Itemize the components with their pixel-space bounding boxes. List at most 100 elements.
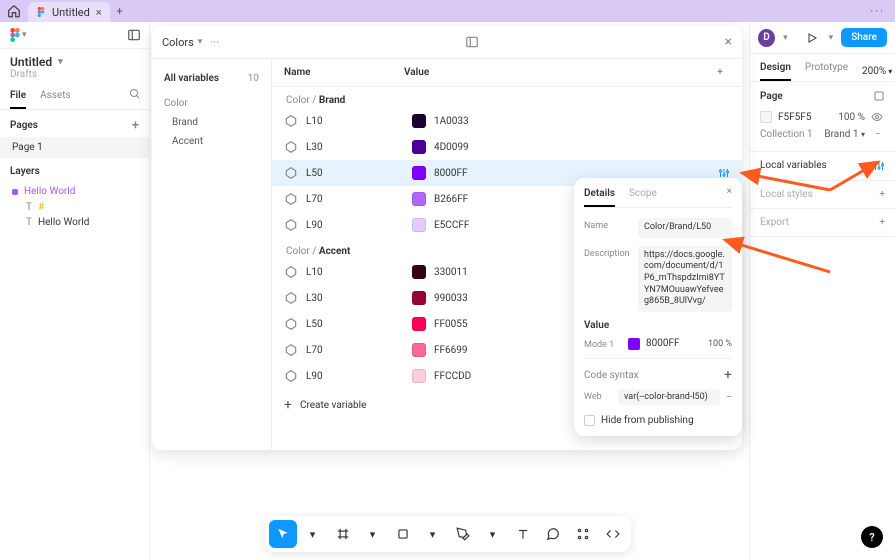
layer-child-text[interactable]: T Hello World — [0, 213, 149, 228]
text-tool[interactable] — [509, 520, 537, 548]
share-button[interactable]: Share — [841, 28, 887, 47]
frame-tool[interactable] — [329, 520, 357, 548]
page-settings-icon[interactable] — [873, 90, 885, 102]
pen-tool[interactable] — [449, 520, 477, 548]
group-accent[interactable]: Accent — [152, 132, 271, 151]
variable-name: L90 — [306, 371, 404, 382]
shape-tool[interactable] — [389, 520, 417, 548]
add-syntax-icon[interactable]: + — [724, 367, 732, 383]
variable-details-popover: × Details Scope Name Color/Brand/L50 Des… — [574, 178, 742, 436]
color-swatch[interactable] — [412, 291, 426, 305]
comment-tool[interactable] — [539, 520, 567, 548]
variable-value: 1A0033 — [434, 116, 730, 127]
design-tab[interactable]: Design — [760, 62, 791, 81]
collection-select[interactable]: Colors ▾ — [162, 36, 202, 49]
color-swatch[interactable] — [412, 369, 426, 383]
add-style-icon[interactable]: + — [879, 189, 885, 200]
code-syntax-label: Code syntax — [584, 370, 639, 381]
figma-icon[interactable] — [8, 28, 22, 42]
file-location[interactable]: Drafts — [0, 69, 149, 80]
value-swatch[interactable] — [628, 338, 640, 350]
color-swatch[interactable] — [412, 265, 426, 279]
add-page-icon[interactable]: + — [132, 118, 139, 133]
zoom-level[interactable]: 200% ▾ — [862, 62, 892, 81]
local-styles-row[interactable]: Local styles + — [750, 181, 895, 209]
layer-child-text-node[interactable]: T # — [0, 202, 149, 213]
all-variables-label[interactable]: All variables — [164, 73, 219, 84]
help-button[interactable]: ? — [861, 526, 883, 548]
page-item[interactable]: Page 1 — [0, 137, 149, 158]
present-button[interactable] — [804, 29, 821, 47]
collection-mode[interactable]: Brand 1 ▾ — [824, 129, 865, 140]
hide-checkbox[interactable] — [584, 415, 595, 426]
color-swatch[interactable] — [412, 343, 426, 357]
user-avatar[interactable]: D — [758, 29, 775, 47]
close-details-icon[interactable]: × — [727, 186, 732, 197]
visibility-icon[interactable] — [871, 111, 885, 123]
file-tab-button[interactable]: File — [10, 90, 26, 109]
value-hex[interactable]: 8000FF — [646, 338, 680, 349]
component-icon — [12, 189, 18, 195]
export-row[interactable]: Export + — [750, 209, 895, 237]
name-field[interactable]: Color/Brand/L50 — [638, 218, 732, 238]
file-tab[interactable]: Untitled × — [28, 2, 110, 22]
assets-tab-button[interactable]: Assets — [40, 90, 71, 109]
remove-mode-icon[interactable]: − — [871, 129, 885, 140]
settings-sliders-icon[interactable] — [873, 160, 885, 172]
color-swatch[interactable] — [412, 114, 426, 128]
prototype-tab[interactable]: Prototype — [805, 62, 848, 81]
collection-menu-icon[interactable]: ··· — [210, 36, 219, 49]
color-swatch[interactable] — [412, 317, 426, 331]
close-panel-icon[interactable]: × — [725, 34, 732, 50]
chevron-down-icon[interactable]: ▾ — [58, 57, 63, 67]
close-tab-icon[interactable]: × — [96, 6, 102, 19]
variable-name: L50 — [306, 168, 404, 179]
move-tool[interactable] — [269, 520, 297, 548]
variable-value: 8000FF — [434, 168, 710, 179]
page-color-swatch[interactable] — [760, 111, 772, 123]
collection-label: Collection 1 — [760, 129, 813, 140]
variable-name: L30 — [306, 293, 404, 304]
color-swatch[interactable] — [412, 192, 426, 206]
pen-tool-chevron-icon[interactable]: ▾ — [479, 520, 507, 548]
color-swatch[interactable] — [412, 166, 426, 180]
search-icon[interactable] — [129, 88, 141, 100]
sidebar-toggle-icon[interactable] — [465, 35, 479, 49]
panel-toggle-icon[interactable] — [127, 28, 141, 42]
home-button[interactable] — [6, 3, 22, 19]
window-menu-icon[interactable]: ··· — [870, 5, 889, 18]
page-color-hex[interactable]: F5F5F5 — [778, 112, 811, 123]
variable-name: L10 — [306, 116, 404, 127]
layer-child-name: Hello World — [38, 217, 89, 228]
variable-row[interactable]: L10 1A0033 — [272, 108, 742, 134]
layer-frame[interactable]: Hello World — [0, 181, 149, 202]
scope-tab[interactable]: Scope — [629, 188, 657, 207]
col-value: Value — [404, 67, 710, 78]
dev-mode-tool[interactable] — [599, 520, 627, 548]
page-section-label: Page — [760, 91, 783, 102]
add-mode-icon[interactable]: + — [710, 67, 730, 78]
remove-syntax-icon[interactable]: − — [726, 392, 732, 403]
add-export-icon[interactable]: + — [879, 217, 885, 228]
frame-tool-chevron-icon[interactable]: ▾ — [359, 520, 387, 548]
color-swatch[interactable] — [412, 140, 426, 154]
new-tab-button[interactable]: + — [110, 5, 130, 18]
pages-label: Pages — [10, 120, 38, 131]
desc-field[interactable]: https://docs.google.com/document/d/1P6_m… — [638, 246, 732, 312]
layer-name: Hello World — [24, 186, 75, 197]
group-brand[interactable]: Brand — [152, 113, 271, 132]
file-title[interactable]: Untitled — [10, 55, 52, 69]
actions-tool[interactable] — [569, 520, 597, 548]
shape-tool-chevron-icon[interactable]: ▾ — [419, 520, 447, 548]
details-tab[interactable]: Details — [584, 188, 615, 207]
web-syntax-field[interactable]: var(--color-brand-l50) — [618, 389, 720, 405]
variable-name: L30 — [306, 142, 404, 153]
color-swatch[interactable] — [412, 218, 426, 232]
mode-label: Mode 1 — [584, 337, 622, 350]
move-tool-chevron-icon[interactable]: ▾ — [299, 520, 327, 548]
variable-row[interactable]: L304D0099 — [272, 134, 742, 160]
variable-name: L70 — [306, 194, 404, 205]
local-variables-row[interactable]: Local variables — [750, 152, 895, 181]
variable-name: L50 — [306, 319, 404, 330]
group-color[interactable]: Color — [152, 94, 271, 113]
